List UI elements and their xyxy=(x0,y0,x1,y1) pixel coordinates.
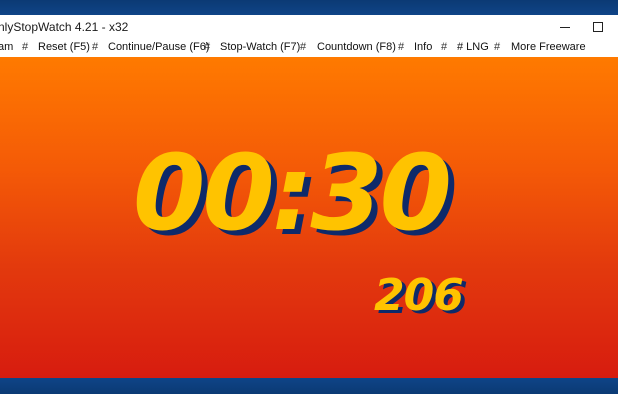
minimize-button[interactable] xyxy=(549,15,581,39)
menu-separator: # xyxy=(494,41,501,53)
menu-separator: # xyxy=(398,41,405,53)
app-window: nlyStopWatch 4.21 - x32 am # Reset (F5) … xyxy=(0,15,618,378)
window-title: nlyStopWatch 4.21 - x32 xyxy=(0,20,129,34)
minimize-icon xyxy=(560,27,570,28)
menu-item-reset[interactable]: Reset (F5) xyxy=(38,41,90,53)
menu-item-countdown[interactable]: Countdown (F8) xyxy=(317,41,396,53)
menu-item-more-freeware[interactable]: More Freeware xyxy=(511,41,586,53)
menu-item-language[interactable]: # LNG xyxy=(457,41,489,53)
elapsed-milliseconds: 206 xyxy=(374,270,464,321)
maximize-button[interactable] xyxy=(582,15,614,39)
maximize-icon xyxy=(593,22,603,32)
desktop-top-band xyxy=(0,0,618,15)
menu-item-continue-pause[interactable]: Continue/Pause (F6) xyxy=(108,41,210,53)
menu-bar: am # Reset (F5) # Continue/Pause (F6) # … xyxy=(0,39,618,57)
stopwatch-display[interactable]: 00:30 206 xyxy=(0,57,618,378)
menu-separator: # xyxy=(22,41,29,53)
menu-separator: # xyxy=(300,41,307,53)
menu-item-info[interactable]: Info xyxy=(414,41,432,53)
desktop-bottom-band xyxy=(0,378,618,394)
menu-item-program[interactable]: am xyxy=(0,41,13,53)
menu-item-stop-watch[interactable]: Stop-Watch (F7) xyxy=(220,41,300,53)
menu-separator: # xyxy=(92,41,99,53)
menu-separator: # xyxy=(204,41,211,53)
title-bar: nlyStopWatch 4.21 - x32 xyxy=(0,15,618,39)
elapsed-time: 00:30 xyxy=(133,132,452,254)
menu-separator: # xyxy=(441,41,448,53)
